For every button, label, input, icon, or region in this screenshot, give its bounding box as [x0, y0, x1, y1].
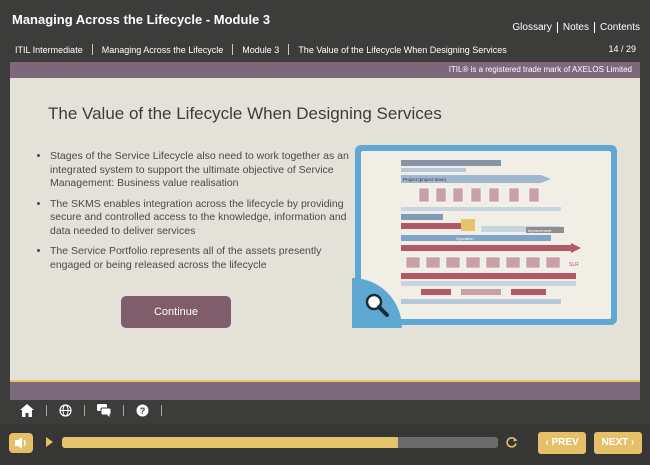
breadcrumb: ITIL Intermediate Managing Across the Li… — [15, 44, 507, 55]
header: Managing Across the Lifecycle - Module 3… — [0, 0, 650, 62]
next-button[interactable]: NEXT › — [594, 432, 642, 454]
speaker-icon — [15, 437, 26, 449]
glossary-link[interactable]: Glossary — [512, 22, 551, 33]
bullet-item: The SKMS enables integration across the … — [50, 198, 350, 239]
home-icon[interactable] — [20, 404, 34, 417]
slide-footer-bar — [10, 380, 640, 400]
separator — [91, 44, 93, 55]
replay-icon[interactable] — [505, 436, 518, 449]
separator — [84, 405, 85, 416]
globe-icon[interactable] — [59, 404, 72, 417]
figure-label-slr: SLR — [569, 262, 579, 268]
separator — [161, 405, 162, 416]
bullet-item: Stages of the Service Lifecycle also nee… — [50, 150, 350, 191]
separator — [593, 22, 595, 33]
contents-link[interactable]: Contents — [600, 22, 640, 33]
svg-text:?: ? — [140, 406, 146, 416]
nav-icons: ? — [20, 404, 174, 417]
sound-button[interactable] — [9, 433, 33, 453]
trademark-bar: ITIL® is a registered trade mark of AXEL… — [10, 62, 640, 78]
figure-label-project: Project (project team) — [403, 177, 447, 182]
prev-label: PREV — [551, 437, 579, 448]
progress-fill — [62, 437, 398, 448]
separator — [288, 44, 290, 55]
separator — [232, 44, 234, 55]
next-label: NEXT — [601, 437, 629, 448]
progress-bar[interactable] — [62, 437, 498, 448]
figure-label-improvement: Improvement — [528, 228, 552, 233]
lifecycle-figure[interactable]: Project (project team) Improvement Opera… — [352, 145, 617, 328]
bullet-list: Stages of the Service Lifecycle also nee… — [36, 150, 350, 279]
slide-content: The Value of the Lifecycle When Designin… — [10, 78, 640, 380]
play-icon[interactable] — [46, 437, 53, 447]
breadcrumb-item: Managing Across the Lifecycle — [101, 44, 224, 55]
trademark-text: ITIL® is a registered trade mark of AXEL… — [448, 65, 632, 74]
bullet-item: The Service Portfolio represents all of … — [50, 245, 350, 272]
top-links: Glossary Notes Contents — [512, 22, 640, 33]
figure-image[interactable]: Project (project team) Improvement Opera… — [361, 151, 611, 319]
course-title: Managing Across the Lifecycle - Module 3 — [12, 12, 271, 27]
separator — [556, 22, 558, 33]
zoom-icon[interactable] — [364, 292, 390, 318]
separator — [46, 405, 47, 416]
prev-button[interactable]: ‹ PREV — [538, 432, 586, 454]
breadcrumb-item: Module 3 — [242, 44, 280, 55]
breadcrumb-item: The Value of the Lifecycle When Designin… — [298, 44, 507, 55]
continue-button[interactable]: Continue — [121, 296, 231, 328]
separator — [123, 405, 124, 416]
notes-link[interactable]: Notes — [563, 22, 589, 33]
chat-icon[interactable] — [97, 404, 111, 417]
figure-label-operation: Operation — [456, 236, 474, 241]
page-count: 14 / 29 — [608, 44, 636, 54]
breadcrumb-item: ITIL Intermediate — [15, 44, 83, 55]
lifecycle-diagram: Project (project team) Improvement Opera… — [401, 160, 581, 304]
help-icon[interactable]: ? — [136, 404, 149, 417]
slide-title: The Value of the Lifecycle When Designin… — [48, 104, 442, 123]
